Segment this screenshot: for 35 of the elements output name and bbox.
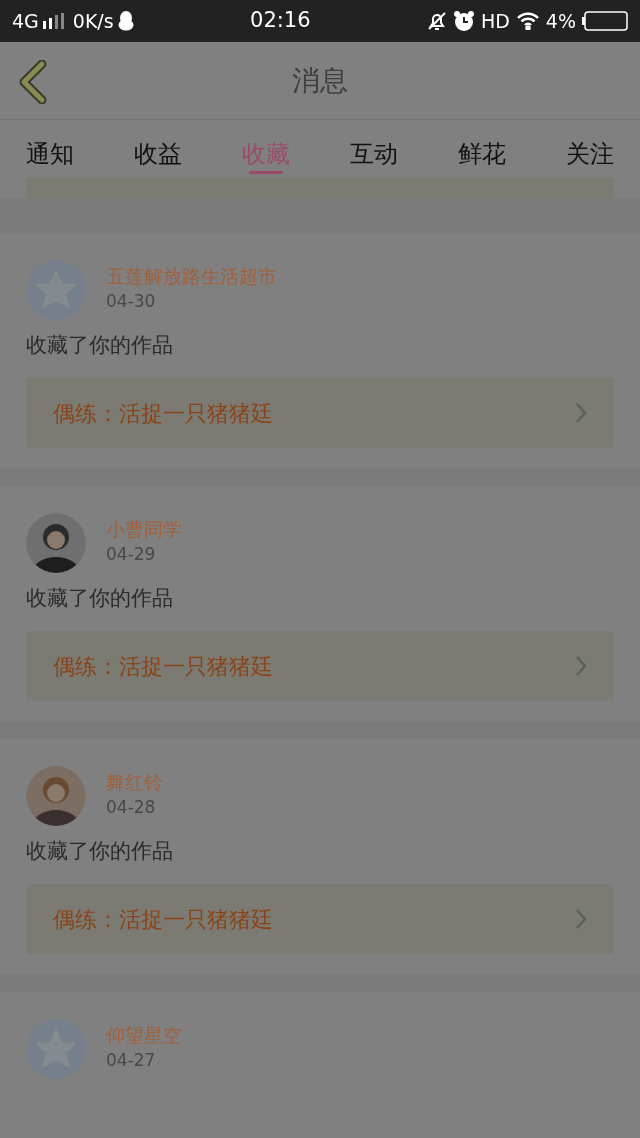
chevron-right-icon	[575, 908, 587, 930]
alarm-clock-icon	[452, 10, 475, 32]
tab[interactable]: 关注	[566, 120, 614, 178]
message-date: 04-29	[106, 543, 157, 566]
tab-indicator	[249, 171, 283, 174]
chevron-right-icon	[575, 655, 587, 677]
wifi-icon	[515, 12, 540, 30]
user-name[interactable]: 舞红铃	[106, 769, 163, 795]
message-date: 04-28	[106, 796, 157, 819]
tab[interactable]: 通知	[26, 120, 74, 178]
tab[interactable]: 收益	[134, 120, 182, 178]
message-date: 04-30	[106, 290, 157, 313]
work-link[interactable]: 偶练：活捉一只猪猪廷	[26, 631, 614, 701]
network-speed: 0K/s	[72, 8, 114, 34]
chevron-right-icon	[575, 402, 587, 424]
battery-percent: 4%	[545, 8, 576, 34]
bell-off-icon	[426, 11, 447, 31]
user-name[interactable]: 仰望星空	[106, 1022, 182, 1048]
clock: 02:16	[250, 7, 311, 35]
hd-indicator: HD	[480, 8, 510, 34]
message-text: 收藏了你的作品	[26, 585, 174, 612]
user-name[interactable]: 小曹同学	[106, 516, 182, 542]
message-text: 收藏了你的作品	[26, 332, 174, 359]
penguin-icon	[117, 11, 134, 31]
network-type: 4G	[12, 8, 39, 34]
page-title: 消息	[292, 62, 348, 99]
tab[interactable]: 互动	[350, 120, 398, 178]
user-name[interactable]: 五莲解放路生活超市	[106, 263, 277, 289]
work-link[interactable]: 偶练：活捉一只猪猪廷	[26, 884, 614, 954]
signal-icon	[42, 13, 65, 29]
battery-icon	[582, 11, 628, 31]
message-text: 收藏了你的作品	[26, 838, 174, 865]
message-date: 04-27	[106, 1049, 157, 1072]
tab[interactable]: 鲜花	[458, 120, 506, 178]
work-link[interactable]: 偶练：活捉一只猪猪廷	[26, 378, 614, 448]
